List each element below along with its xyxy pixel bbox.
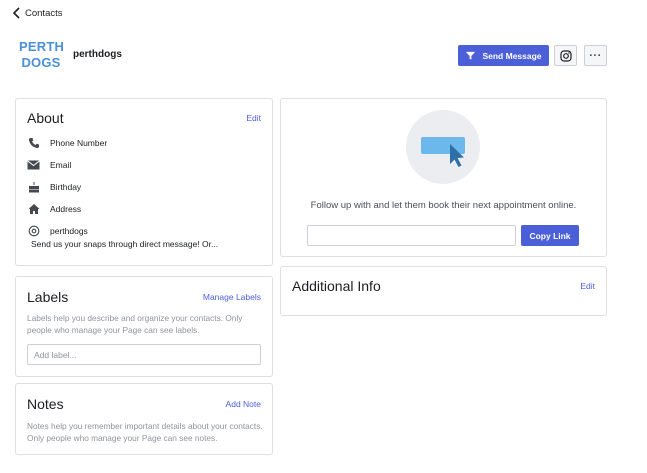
appointment-illustration [406,110,480,184]
notes-help-text: Notes help you remember important detail… [27,421,263,443]
additional-info-title: Additional Info [292,278,381,294]
booking-screen-cursor-icon [421,137,465,167]
email-label: Email [50,159,72,170]
about-card: About Edit Phone Number Email Birthday A… [15,98,273,266]
back-to-contacts-link[interactable]: Contacts [12,7,63,19]
contact-name: perthdogs [73,49,122,60]
about-row-email: Email [27,158,71,171]
more-options-button[interactable]: ··· [584,45,607,66]
notes-title: Notes [27,396,64,412]
manage-labels-link[interactable]: Manage Labels [203,292,261,302]
send-message-label: Send Message [482,50,542,61]
send-message-button[interactable]: Send Message [458,45,549,66]
address-label: Address [50,203,82,214]
instagram-icon [559,49,572,62]
filter-send-icon [466,51,476,60]
booking-link-input[interactable] [307,225,516,246]
labels-card: Labels Manage Labels Labels help you des… [15,276,273,377]
phone-icon [27,136,40,149]
additional-info-edit-link[interactable]: Edit [580,281,595,291]
back-label: Contacts [25,7,63,19]
about-row-address: Address [27,202,81,215]
phone-label: Phone Number [50,137,108,148]
instagram-handle-icon [27,224,40,237]
labels-title: Labels [27,289,69,305]
instagram-button[interactable] [554,45,577,66]
copy-link-button[interactable]: Copy Link [521,225,579,246]
about-title: About [27,110,64,126]
about-row-birthday: Birthday [27,180,81,193]
logo-line-2: DOGS [21,55,61,70]
add-label-input[interactable] [27,344,261,365]
profile-avatar-logo: PERTH DOGS [19,39,65,71]
home-icon [27,202,40,215]
appointment-card: Follow up with and let them book their n… [280,98,607,257]
appointment-prompt-text: Follow up with and let them book their n… [310,200,577,211]
additional-info-card: Additional Info Edit [280,266,607,316]
labels-help-text: Labels help you describe and organize yo… [27,313,243,335]
notes-card: Notes Add Note Notes help you remember i… [15,383,273,455]
instagram-handle-label: perthdogs [50,225,88,236]
chevron-left-icon [12,7,20,19]
email-icon [27,158,40,171]
about-row-phone: Phone Number [27,136,107,149]
birthday-cake-icon [27,180,40,193]
birthday-label: Birthday [50,181,82,192]
logo-line-1: PERTH [19,39,65,54]
about-row-instagram: perthdogs [27,224,88,237]
about-edit-link[interactable]: Edit [246,113,261,123]
add-note-link[interactable]: Add Note [226,399,261,409]
more-dots-icon: ··· [589,49,602,62]
about-description: Send us your snaps through direct messag… [31,239,219,249]
